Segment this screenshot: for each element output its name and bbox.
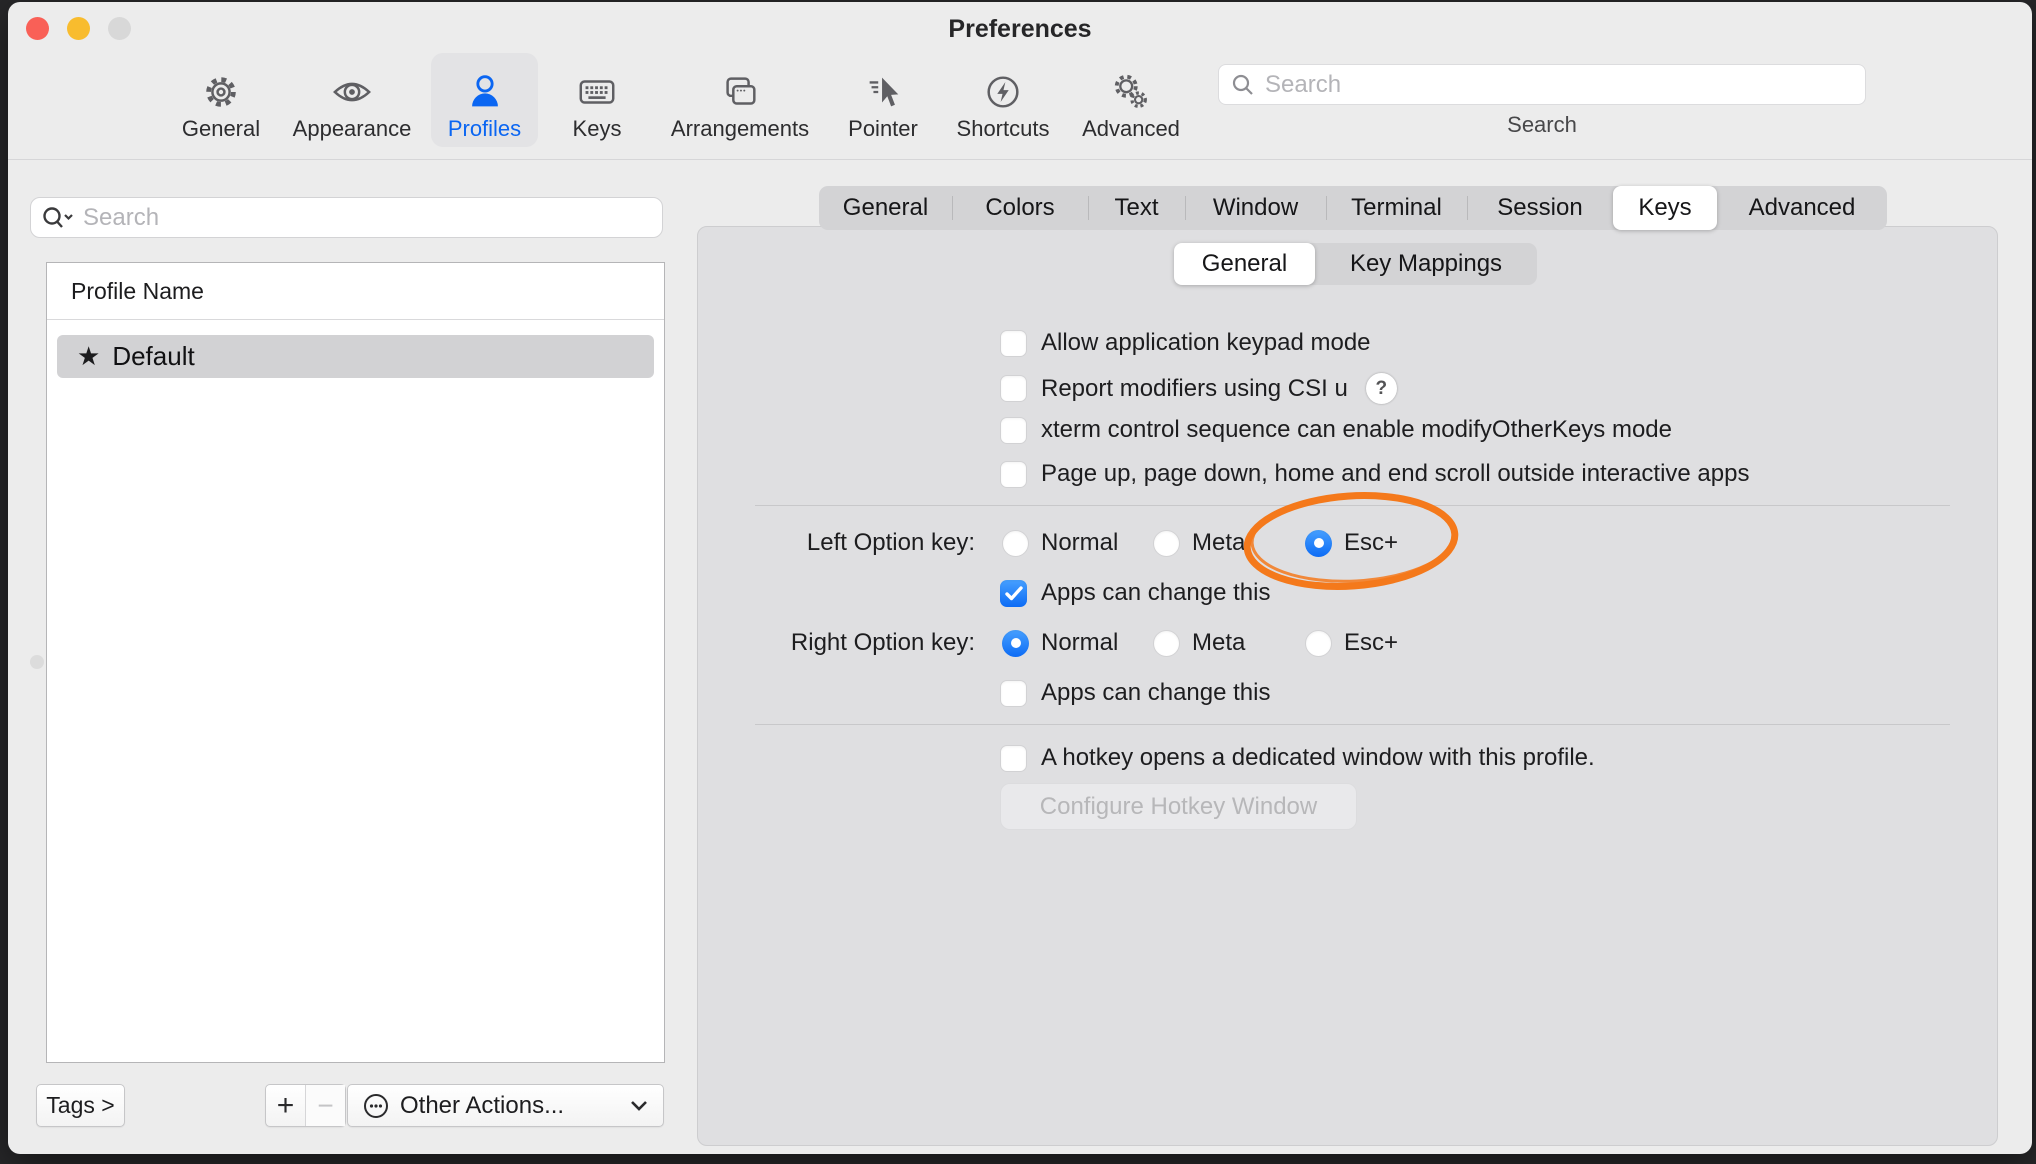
radio-label: Normal <box>1041 529 1118 557</box>
left-option-key-label: Left Option key: <box>697 529 975 557</box>
radio-meta[interactable] <box>1153 630 1180 657</box>
profile-list-header: Profile Name <box>47 263 664 320</box>
checkbox-checked[interactable] <box>1000 580 1027 607</box>
other-actions-dropdown[interactable]: Other Actions... <box>347 1084 664 1127</box>
checkmark-icon <box>1005 586 1023 601</box>
cursor-icon <box>862 71 904 113</box>
window-title: Preferences <box>8 15 2032 44</box>
toolbar-label: Keys <box>573 116 622 142</box>
minimize-button[interactable] <box>67 17 90 40</box>
lightning-circle-icon <box>982 71 1024 113</box>
keyboard-icon <box>576 71 618 113</box>
profile-name: Default <box>112 341 194 372</box>
radio-label: Normal <box>1041 629 1118 657</box>
gear-icon <box>200 71 242 113</box>
checkbox-unchecked[interactable] <box>1000 375 1027 402</box>
section-separator <box>755 724 1950 725</box>
toolbar-label: Profiles <box>448 116 521 142</box>
toolbar-label: General <box>182 116 260 142</box>
right-option-key-label: Right Option key: <box>697 629 975 657</box>
toolbar-label: Shortcuts <box>957 116 1050 142</box>
double-gear-icon <box>1110 71 1152 113</box>
toolbar-search-field[interactable] <box>1218 64 1866 105</box>
checkbox-unchecked[interactable] <box>1000 461 1027 488</box>
profile-settings-panel <box>697 226 1998 1146</box>
tab-session[interactable]: Session <box>1467 186 1613 230</box>
windows-icon <box>719 71 761 113</box>
checkbox-label: Apps can change this <box>1041 679 1271 707</box>
toolbar-label: Appearance <box>293 116 412 142</box>
preferences-window: Preferences General A <box>8 2 2032 1154</box>
right-apps-can-change: Apps can change this <box>1000 679 1271 707</box>
remove-profile-button: − <box>305 1085 345 1126</box>
profile-search-field[interactable] <box>30 197 663 238</box>
checkbox-row-modifyotherkeys: xterm control sequence can enable modify… <box>1000 416 1672 444</box>
tab-keys-selected[interactable]: Keys <box>1613 186 1717 230</box>
toolbar-label: Advanced <box>1082 116 1180 142</box>
toolbar-separator <box>8 159 2032 160</box>
tab-terminal[interactable]: Terminal <box>1326 186 1467 230</box>
configure-hotkey-window-button-disabled: Configure Hotkey Window <box>1000 783 1357 830</box>
tab-colors[interactable]: Colors <box>952 186 1088 230</box>
chevron-down-icon <box>629 1100 649 1112</box>
search-scope-icon[interactable] <box>41 205 75 231</box>
toolbar-item-appearance[interactable]: Appearance <box>277 53 427 147</box>
checkbox-unchecked[interactable] <box>1000 330 1027 357</box>
hotkey-checkbox-row: A hotkey opens a dedicated window with t… <box>1000 744 1595 772</box>
checkbox-unchecked[interactable] <box>1000 417 1027 444</box>
left-option-normal: Normal <box>1002 529 1118 557</box>
screenshot-stage: Preferences General A <box>0 0 2036 1164</box>
add-remove-group: + − <box>265 1084 346 1127</box>
checkbox-label: xterm control sequence can enable modify… <box>1041 416 1672 444</box>
toolbar-item-arrangements[interactable]: Arrangements <box>665 53 815 147</box>
annotation-ellipse <box>1208 452 1508 642</box>
toolbar-label: Pointer <box>848 116 918 142</box>
divider-handle-dot[interactable] <box>30 655 44 669</box>
tags-button[interactable]: Tags > <box>36 1084 125 1127</box>
toolbar-item-advanced[interactable]: Advanced <box>1056 53 1206 147</box>
close-button[interactable] <box>26 17 49 40</box>
checkbox-label: Report modifiers using CSI u <box>1041 375 1348 403</box>
toolbar-search-caption: Search <box>1218 112 1866 138</box>
profile-row-default[interactable]: ★ Default <box>57 335 654 378</box>
toolbar-item-general[interactable]: General <box>146 53 296 147</box>
checkbox-label: A hotkey opens a dedicated window with t… <box>1041 744 1595 772</box>
eye-icon <box>331 71 373 113</box>
subtab-key-mappings[interactable]: Key Mappings <box>1315 243 1537 285</box>
checkbox-unchecked[interactable] <box>1000 680 1027 707</box>
help-button[interactable]: ? <box>1366 373 1397 404</box>
search-icon <box>1231 73 1255 97</box>
zoom-button-disabled <box>108 17 131 40</box>
right-option-normal-selected: Normal <box>1002 629 1118 657</box>
person-icon <box>464 71 506 113</box>
toolbar-label: Arrangements <box>671 116 809 142</box>
ellipsis-circle-icon <box>362 1092 390 1120</box>
toolbar-search-input[interactable] <box>1263 70 1853 100</box>
radio-normal[interactable] <box>1002 530 1029 557</box>
checkbox-row-csi-u: Report modifiers using CSI u ? <box>1000 373 1397 404</box>
profile-tab-bar: General Colors Text Window Terminal Sess… <box>819 186 1887 230</box>
radio-meta[interactable] <box>1153 530 1180 557</box>
profile-list: Profile Name ★ Default <box>46 262 665 1063</box>
keys-subtab-bar: General Key Mappings <box>1174 243 1537 285</box>
tab-general[interactable]: General <box>819 186 952 230</box>
star-icon: ★ <box>77 342 100 372</box>
toolbar-item-keys[interactable]: Keys <box>522 53 672 147</box>
add-profile-button[interactable]: + <box>266 1085 305 1126</box>
profile-search-input[interactable] <box>81 203 652 233</box>
checkbox-label: Allow application keypad mode <box>1041 329 1371 357</box>
subtab-general-selected[interactable]: General <box>1174 243 1315 285</box>
checkbox-row-keypad: Allow application keypad mode <box>1000 329 1371 357</box>
other-actions-label: Other Actions... <box>400 1092 564 1120</box>
tab-advanced[interactable]: Advanced <box>1717 186 1887 230</box>
radio-normal-selected[interactable] <box>1002 630 1029 657</box>
tags-button-label: Tags > <box>46 1092 114 1119</box>
checkbox-unchecked[interactable] <box>1000 745 1027 772</box>
tab-text[interactable]: Text <box>1088 186 1185 230</box>
tab-window[interactable]: Window <box>1185 186 1326 230</box>
